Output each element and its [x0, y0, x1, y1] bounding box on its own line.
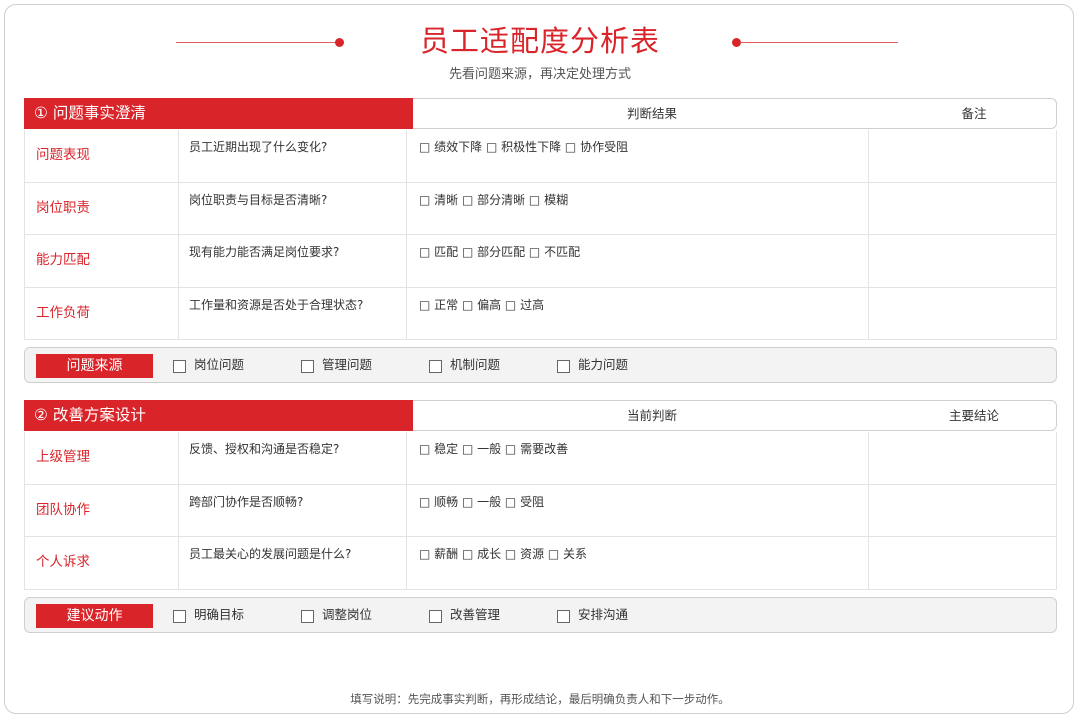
row-question: 员工最关心的发展问题是什么? — [178, 537, 406, 589]
row-options[interactable]: □ 顺畅 □ 一般 □ 受阻 — [406, 484, 868, 536]
table-row: 团队协作 跨部门协作是否顺畅? □ 顺畅 □ 一般 □ 受阻 — [25, 484, 1056, 537]
row-question: 跨部门协作是否顺畅? — [178, 484, 406, 536]
checkbox-icon[interactable] — [429, 360, 442, 373]
checkbox-label: 安排沟通 — [578, 607, 629, 622]
row-label: 岗位职责 — [36, 199, 90, 216]
table-row: 问题表现 员工近期出现了什么变化? □ 绩效下降 □ 积极性下降 □ 协作受阻 — [25, 130, 1056, 183]
checkbox-icon[interactable] — [301, 610, 314, 623]
checkbox-icon[interactable] — [301, 360, 314, 373]
checkbox-label: 明确目标 — [194, 607, 245, 622]
title-right-line — [740, 42, 898, 43]
table-row: 岗位职责 岗位职责与目标是否清晰? □ 清晰 □ 部分清晰 □ 模糊 — [25, 182, 1056, 235]
checkbox-label: 改善管理 — [450, 607, 501, 622]
row-note-cell[interactable] — [868, 484, 1056, 536]
section1-title: ① 问题事实澄清 — [24, 98, 413, 129]
checkbox-icon[interactable] — [173, 360, 186, 373]
row-options[interactable]: □ 清晰 □ 部分清晰 □ 模糊 — [406, 182, 868, 234]
table-row: 工作负荷 工作量和资源是否处于合理状态? □ 正常 □ 偏高 □ 过高 — [25, 287, 1056, 340]
checkbox-option[interactable]: 能力问题 — [557, 354, 628, 373]
problem-source-label: 问题来源 — [36, 354, 153, 378]
row-label: 工作负荷 — [36, 304, 90, 321]
checkbox-option[interactable]: 管理问题 — [301, 354, 372, 373]
row-note-cell[interactable] — [868, 130, 1056, 182]
row-options[interactable]: □ 匹配 □ 部分匹配 □ 不匹配 — [406, 235, 868, 287]
row-label: 能力匹配 — [36, 252, 90, 268]
suggested-action-bar: 建议动作 明确目标 调整岗位 改善管理 安排沟通 — [24, 597, 1057, 633]
row-options[interactable]: □ 稳定 □ 一般 □ 需要改善 — [406, 432, 868, 484]
row-options[interactable]: □ 绩效下降 □ 积极性下降 □ 协作受阻 — [406, 130, 868, 182]
row-note-cell[interactable] — [868, 432, 1056, 484]
row-question: 工作量和资源是否处于合理状态? — [178, 287, 406, 339]
section2-table: 上级管理 反馈、授权和沟通是否稳定? □ 稳定 □ 一般 □ 需要改善 团队协作… — [24, 432, 1057, 590]
checkbox-label: 能力问题 — [578, 357, 629, 372]
row-question: 岗位职责与目标是否清晰? — [178, 182, 406, 234]
checkbox-option[interactable]: 明确目标 — [173, 604, 244, 623]
row-options[interactable]: □ 正常 □ 偏高 □ 过高 — [406, 287, 868, 339]
checkbox-label: 岗位问题 — [194, 357, 245, 372]
checkbox-option[interactable]: 岗位问题 — [173, 354, 244, 373]
row-question: 员工近期出现了什么变化? — [178, 130, 406, 182]
section2-title: ② 改善方案设计 — [24, 400, 413, 431]
checkbox-label: 机制问题 — [450, 357, 501, 372]
row-label: 团队协作 — [36, 501, 90, 518]
checkbox-label: 管理问题 — [322, 357, 373, 372]
row-label: 上级管理 — [36, 449, 90, 465]
fill-instructions: 填写说明：先完成事实判断，再形成结论，最后明确负责人和下一步动作。 — [350, 692, 730, 706]
checkbox-icon[interactable] — [429, 610, 442, 623]
row-note-cell[interactable] — [868, 287, 1056, 339]
checkbox-option[interactable]: 安排沟通 — [557, 604, 628, 623]
section2-col-conclusion: 主要结论 — [948, 408, 999, 423]
row-note-cell[interactable] — [868, 182, 1056, 234]
page-subtitle: 先看问题来源，再决定处理方式 — [448, 67, 631, 82]
checkbox-icon[interactable] — [173, 610, 186, 623]
row-question: 反馈、授权和沟通是否稳定? — [178, 432, 406, 484]
checkbox-icon[interactable] — [557, 610, 570, 623]
page-title: 员工适配度分析表 — [419, 24, 660, 58]
suggested-action-label: 建议动作 — [36, 604, 153, 628]
checkbox-option[interactable]: 改善管理 — [429, 604, 500, 623]
section2-header: ② 改善方案设计 当前判断 主要结论 — [24, 400, 1057, 431]
table-row: 上级管理 反馈、授权和沟通是否稳定? □ 稳定 □ 一般 □ 需要改善 — [25, 432, 1056, 485]
problem-source-bar: 问题来源 岗位问题 管理问题 机制问题 能力问题 — [24, 347, 1057, 383]
section1-table: 问题表现 员工近期出现了什么变化? □ 绩效下降 □ 积极性下降 □ 协作受阻 … — [24, 130, 1057, 340]
table-row: 个人诉求 员工最关心的发展问题是什么? □ 薪酬 □ 成长 □ 资源 □ 关系 — [25, 537, 1056, 590]
section1-col-note: 备注 — [961, 106, 987, 121]
section1-col-result: 判断结果 — [626, 106, 677, 121]
row-label: 问题表现 — [36, 147, 90, 163]
row-options[interactable]: □ 薪酬 □ 成长 □ 资源 □ 关系 — [406, 537, 868, 589]
checkbox-option[interactable]: 机制问题 — [429, 354, 500, 373]
row-note-cell[interactable] — [868, 537, 1056, 589]
table-row: 能力匹配 现有能力能否满足岗位要求? □ 匹配 □ 部分匹配 □ 不匹配 — [25, 235, 1056, 288]
checkbox-label: 调整岗位 — [322, 607, 373, 622]
section1-header: ① 问题事实澄清 判断结果 备注 — [24, 98, 1057, 129]
checkbox-icon[interactable] — [557, 360, 570, 373]
row-note-cell[interactable] — [868, 235, 1056, 287]
section2-col-judgement: 当前判断 — [626, 408, 677, 423]
row-label: 个人诉求 — [36, 554, 90, 570]
checkbox-option[interactable]: 调整岗位 — [301, 604, 372, 623]
row-question: 现有能力能否满足岗位要求? — [178, 235, 406, 287]
